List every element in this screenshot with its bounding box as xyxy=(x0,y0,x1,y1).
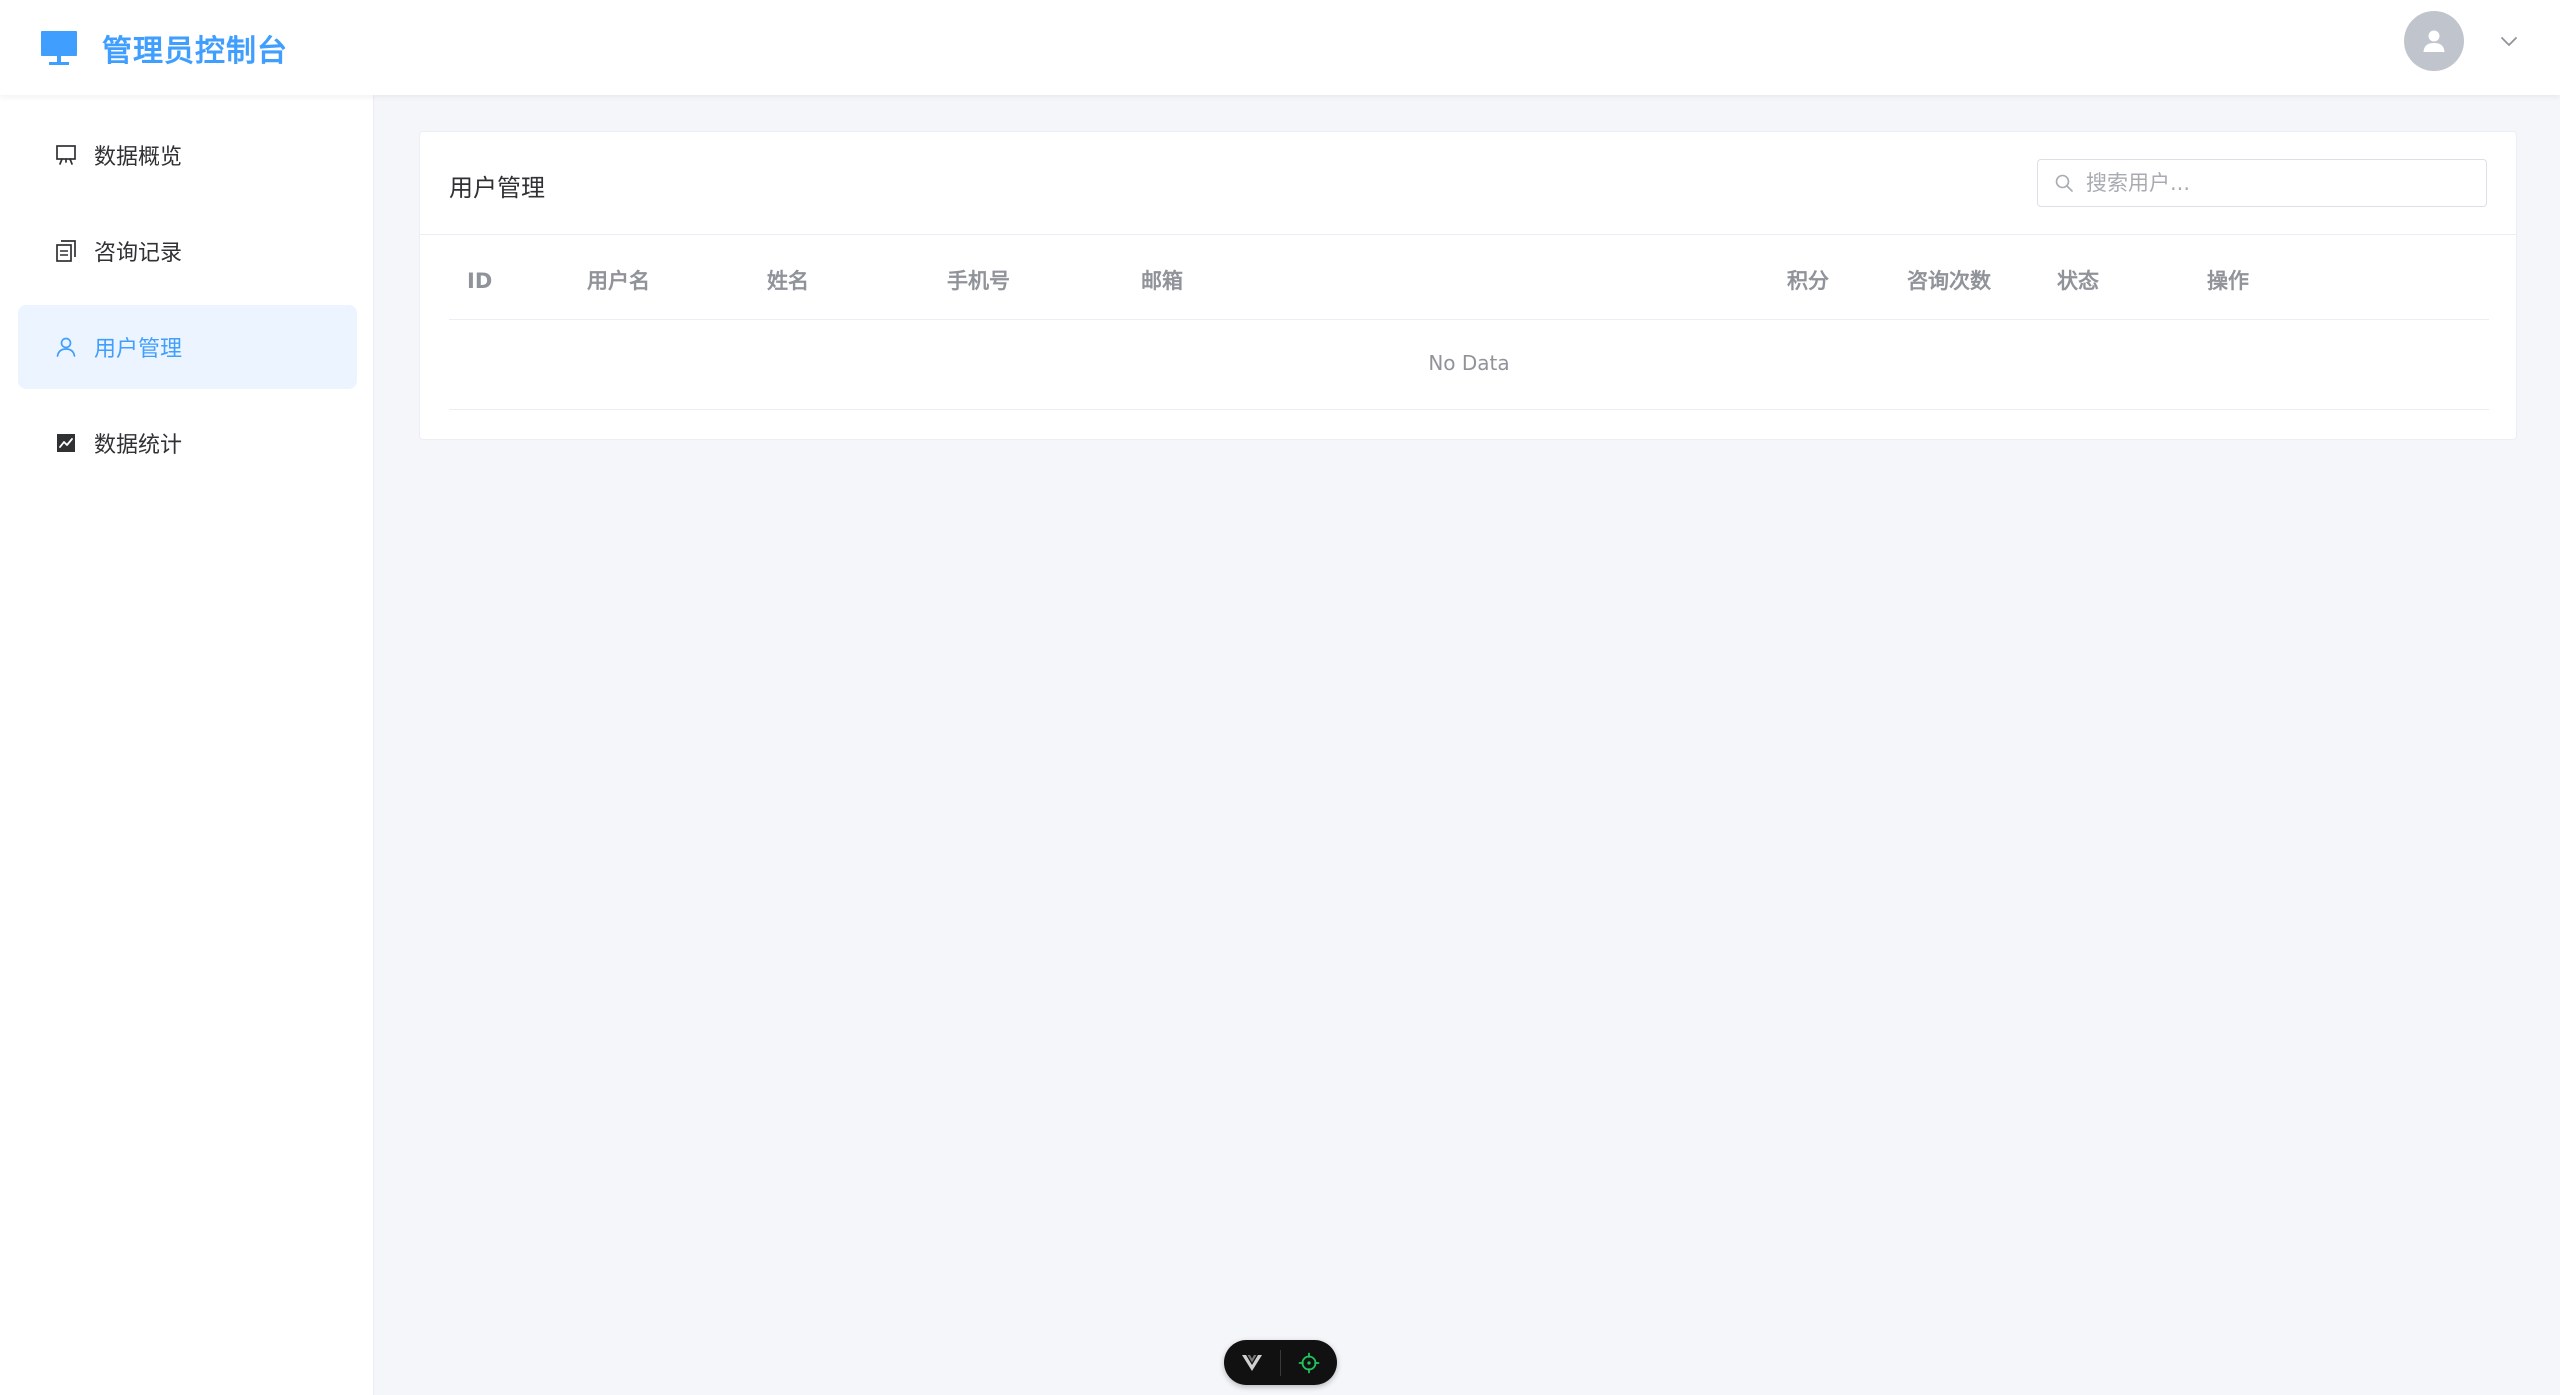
card-title: 用户管理 xyxy=(449,174,545,202)
chevron-down-icon[interactable] xyxy=(2498,30,2520,52)
column-header-phone[interactable]: 手机号 xyxy=(947,262,1010,320)
admin-console-app: 管理员控制台 数据概览 咨询记录 用户管理 数据统计 用户管理 搜索用户... … xyxy=(0,0,2560,1395)
sidebar-item-data-statistics[interactable]: 数据统计 xyxy=(18,401,357,485)
table-header: ID 用户名 姓名 手机号 邮箱 积分 咨询次数 状态 操作 xyxy=(449,262,2489,320)
column-header-points[interactable]: 积分 xyxy=(1787,262,1829,320)
devtools-open-button[interactable] xyxy=(1224,1340,1280,1385)
sidebar-item-label: 咨询记录 xyxy=(94,241,183,266)
top-header: 管理员控制台 xyxy=(0,0,2560,95)
user-menu[interactable] xyxy=(2404,10,2520,72)
app-title: 管理员控制台 xyxy=(102,34,288,69)
user-icon xyxy=(56,337,76,357)
search-box[interactable] xyxy=(2037,159,2487,207)
sidebar-item-data-overview[interactable]: 数据概览 xyxy=(18,113,357,197)
sidebar: 数据概览 咨询记录 用户管理 数据统计 xyxy=(0,95,374,1395)
avatar[interactable] xyxy=(2404,11,2464,71)
column-header-actions[interactable]: 操作 xyxy=(2207,262,2249,320)
card-header: 用户管理 xyxy=(420,132,2516,235)
column-header-status[interactable]: 状态 xyxy=(2057,262,2099,320)
user-management-card: 用户管理 ID 用户名 姓名 手机号 邮箱 积分 咨询次数 xyxy=(419,131,2517,440)
empty-state-text: No Data xyxy=(1428,350,1510,375)
presentation-board-icon xyxy=(56,145,76,165)
sidebar-item-label: 数据概览 xyxy=(94,145,183,170)
column-header-username[interactable]: 用户名 xyxy=(587,262,650,320)
copy-document-icon xyxy=(56,240,76,262)
user-avatar-icon xyxy=(2423,30,2445,52)
sidebar-item-user-management[interactable]: 用户管理 xyxy=(18,305,357,389)
sidebar-item-consult-records[interactable]: 咨询记录 xyxy=(18,209,357,293)
brand: 管理员控制台 xyxy=(40,26,288,70)
vue-logo-icon xyxy=(1242,1354,1262,1371)
line-chart-icon xyxy=(57,434,75,452)
search-icon xyxy=(2055,174,2073,192)
search-input[interactable] xyxy=(2086,171,2466,195)
monitor-icon xyxy=(41,31,77,65)
main-content: 用户管理 ID 用户名 姓名 手机号 邮箱 积分 咨询次数 xyxy=(374,95,2560,1395)
column-header-consult-count[interactable]: 咨询次数 xyxy=(1907,262,1991,320)
column-header-id[interactable]: ID xyxy=(467,262,492,320)
table-empty-row: No Data xyxy=(449,320,2489,410)
devtools-toolbar xyxy=(1224,1340,1337,1385)
devtools-inspector-button[interactable] xyxy=(1281,1340,1337,1385)
sidebar-item-label: 数据统计 xyxy=(94,433,183,458)
column-header-name[interactable]: 姓名 xyxy=(767,262,809,320)
users-table: ID 用户名 姓名 手机号 邮箱 积分 咨询次数 状态 操作 No Data xyxy=(449,262,2489,410)
sidebar-item-label: 用户管理 xyxy=(94,337,183,362)
column-header-email[interactable]: 邮箱 xyxy=(1141,262,1183,320)
crosshair-icon xyxy=(1298,1352,1320,1373)
